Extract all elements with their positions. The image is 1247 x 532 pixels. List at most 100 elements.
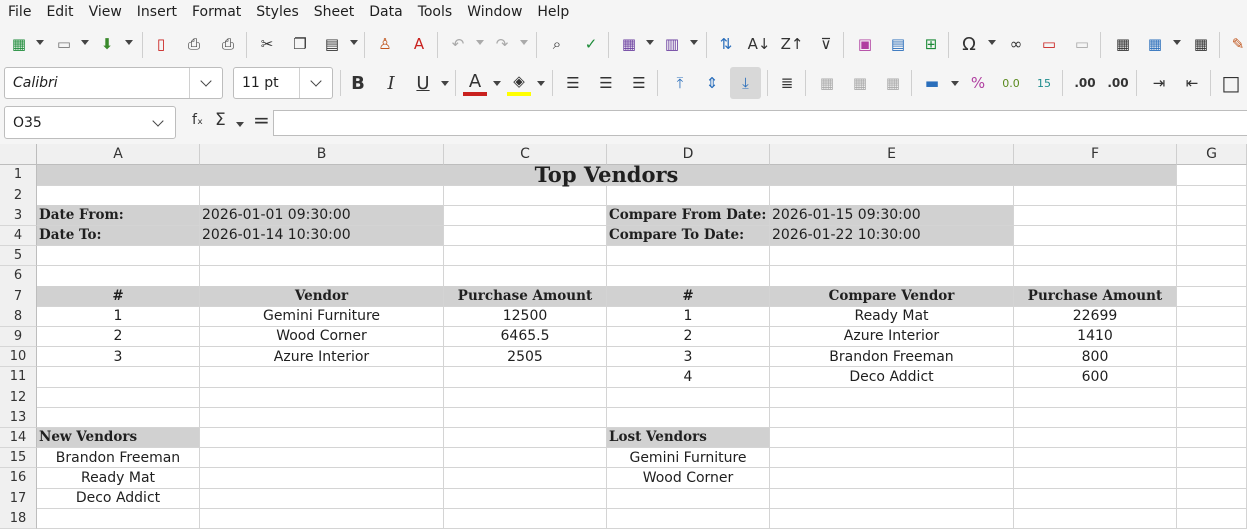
special-character-dropdown-icon[interactable] (988, 40, 996, 45)
cell[interactable] (37, 367, 200, 388)
cell[interactable] (1014, 407, 1177, 429)
align-right-icon[interactable]: ☰ (627, 71, 651, 95)
number-format-icon[interactable]: 0.0 (999, 71, 1023, 95)
compare-table-cell[interactable]: Deco Addict (770, 367, 1014, 388)
cell[interactable] (200, 185, 444, 206)
row-header-5[interactable]: 5 (0, 245, 37, 267)
highlight-color-icon[interactable]: ◈ (507, 69, 531, 93)
row-header-4[interactable]: 4 (0, 225, 37, 247)
print-icon[interactable]: ⎙ (182, 32, 206, 56)
cell[interactable] (1014, 488, 1177, 509)
sum-dropdown-icon[interactable] (236, 122, 244, 127)
compare-table-cell[interactable]: 1410 (1014, 326, 1177, 348)
table-cell[interactable]: 6465.5 (444, 326, 607, 348)
compare-table-cell[interactable]: Azure Interior (770, 326, 1014, 348)
cell[interactable] (1177, 306, 1247, 328)
cell[interactable] (200, 245, 444, 267)
new-dropdown-icon[interactable] (36, 40, 44, 45)
new-vendor-item[interactable]: Deco Addict (37, 488, 200, 509)
menu-view[interactable]: View (81, 4, 129, 20)
cell[interactable] (607, 185, 770, 206)
table-header[interactable]: # (37, 286, 200, 307)
print-preview-icon[interactable]: ⎙ (216, 32, 240, 56)
new-document-icon[interactable]: ▦ (7, 32, 31, 56)
compare-table-header[interactable]: # (607, 286, 770, 307)
menu-format[interactable]: Format (184, 4, 248, 20)
redo-dropdown-icon[interactable] (520, 40, 528, 45)
pivot-table-icon[interactable]: ⊞ (919, 32, 943, 56)
menu-insert[interactable]: Insert (129, 4, 184, 20)
decrease-indent-icon[interactable]: ⇤ (1180, 71, 1204, 95)
spellcheck-icon[interactable]: ✓ (579, 32, 603, 56)
column-header-f[interactable]: F (1014, 144, 1177, 165)
menu-sheet[interactable]: Sheet (306, 4, 361, 20)
formula-input[interactable] (273, 110, 1247, 136)
compare-from-value[interactable]: 2026-01-15 09:30:00 (770, 205, 1014, 227)
compare-from-label[interactable]: Compare From Date: (607, 205, 770, 227)
cell[interactable] (770, 266, 1014, 287)
font-size-chevron-down-icon[interactable] (299, 68, 332, 98)
sheet-title[interactable]: Top Vendors (37, 162, 1177, 187)
cell[interactable] (607, 508, 770, 530)
table-header[interactable]: Purchase Amount (444, 286, 607, 307)
date-to-label[interactable]: Date To: (37, 225, 200, 247)
row-header-15[interactable]: 15 (0, 447, 37, 469)
cell[interactable] (1177, 326, 1247, 348)
table-cell[interactable]: 2505 (444, 346, 607, 368)
clone-formatting-icon[interactable]: ♙ (373, 32, 397, 56)
align-left-icon[interactable]: ☰ (561, 71, 585, 95)
row-header-6[interactable]: 6 (0, 266, 37, 287)
table-cell[interactable]: Gemini Furniture (200, 306, 444, 328)
cell[interactable] (1014, 266, 1177, 287)
table-cell[interactable]: Wood Corner (200, 326, 444, 348)
cell[interactable] (444, 468, 607, 489)
cell[interactable] (37, 508, 200, 530)
cell[interactable] (200, 407, 444, 429)
delete-decimal-icon[interactable]: .00 (1106, 71, 1130, 95)
clear-formatting-icon[interactable]: A (407, 32, 431, 56)
cell[interactable] (200, 468, 444, 489)
font-name-box[interactable]: Calibri (4, 67, 223, 99)
cell[interactable] (444, 185, 607, 206)
date-format-icon[interactable]: 15 (1032, 71, 1056, 95)
row-header-10[interactable]: 10 (0, 346, 37, 368)
currency-format-icon[interactable]: ▬ (920, 71, 944, 95)
save-icon[interactable]: ⬇ (95, 32, 119, 56)
sum-icon[interactable]: Σ (215, 110, 226, 130)
align-top-icon[interactable]: ⤒ (668, 71, 692, 95)
merge-cells-icon[interactable]: ▦ (848, 71, 872, 95)
cell[interactable] (607, 407, 770, 429)
cell[interactable] (770, 407, 1014, 429)
cell[interactable] (1014, 387, 1177, 408)
date-from-label[interactable]: Date From: (37, 205, 200, 227)
cell[interactable] (607, 387, 770, 408)
underline-dropdown-icon[interactable] (441, 81, 449, 86)
cell[interactable] (200, 488, 444, 509)
row-header-16[interactable]: 16 (0, 468, 37, 489)
cell[interactable] (444, 245, 607, 267)
compare-table-cell[interactable]: 1 (607, 306, 770, 328)
cell[interactable] (37, 387, 200, 408)
bold-icon[interactable]: B (346, 71, 370, 95)
cell[interactable] (1014, 205, 1177, 227)
wrap-text-icon[interactable]: ≣ (775, 71, 799, 95)
column-header-a[interactable]: A (37, 144, 200, 165)
cell[interactable] (770, 387, 1014, 408)
table-header[interactable]: Vendor (200, 286, 444, 307)
cell[interactable] (607, 266, 770, 287)
percent-format-icon[interactable]: % (966, 71, 990, 95)
cell[interactable] (1177, 245, 1247, 267)
name-box[interactable]: O35 (4, 106, 176, 139)
lost-vendors-label[interactable]: Lost Vendors (607, 427, 770, 449)
currency-dropdown-icon[interactable] (951, 81, 959, 86)
cell[interactable] (444, 447, 607, 469)
function-wizard-icon[interactable]: fₓ (192, 112, 203, 128)
cell[interactable] (770, 185, 1014, 206)
cell[interactable] (1014, 447, 1177, 469)
cell[interactable] (444, 407, 607, 429)
menu-data[interactable]: Data (361, 4, 409, 20)
cell[interactable] (1177, 427, 1247, 449)
highlight-dropdown-icon[interactable] (537, 81, 545, 86)
cell[interactable] (444, 367, 607, 388)
cell[interactable] (1177, 346, 1247, 368)
